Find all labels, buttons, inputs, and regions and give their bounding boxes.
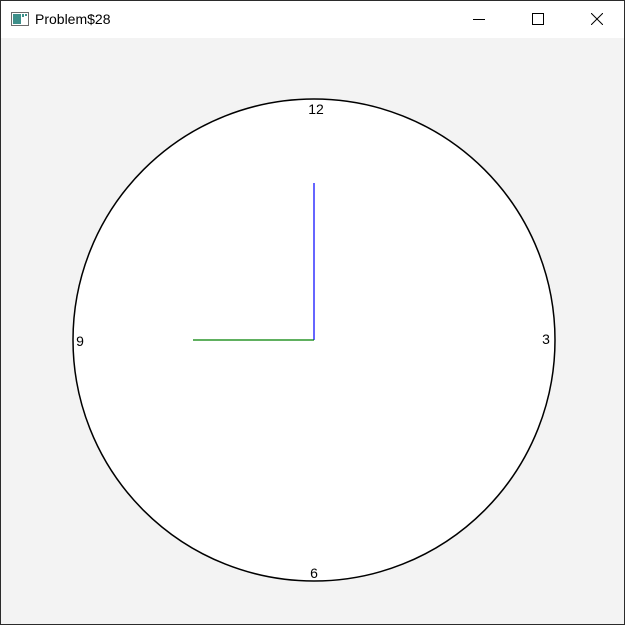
numeral-6: 6 [310, 565, 318, 581]
close-icon [591, 13, 603, 25]
java-app-icon [11, 12, 29, 26]
maximize-icon [532, 13, 544, 25]
numeral-12: 12 [308, 101, 324, 117]
close-button[interactable] [574, 1, 620, 38]
minimize-icon [473, 19, 485, 20]
application-window: Problem$28 12 3 6 9 [0, 0, 625, 625]
title-bar[interactable]: Problem$28 [1, 1, 624, 38]
maximize-button[interactable] [515, 1, 561, 38]
clock: 12 3 6 9 [72, 98, 556, 582]
numeral-9: 9 [76, 333, 84, 349]
window-title: Problem$28 [35, 11, 111, 27]
clock-panel: 12 3 6 9 [1, 38, 624, 624]
numeral-3: 3 [542, 331, 550, 347]
minimize-button[interactable] [456, 1, 502, 38]
